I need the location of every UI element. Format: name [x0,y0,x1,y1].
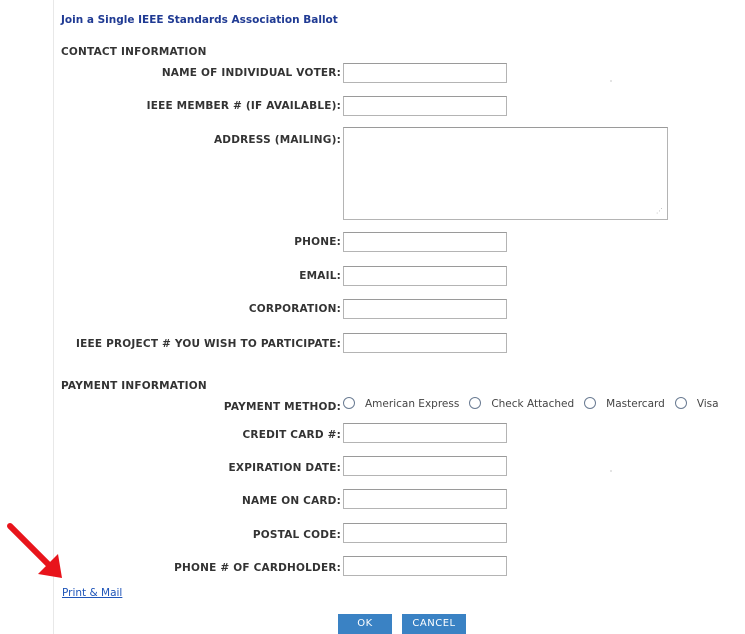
name-label: NAME OF INDIVIDUAL VOTER: [161,67,341,79]
phone-label: PHONE: [294,236,341,248]
radio-label-mastercard: Mastercard [606,398,665,410]
print-mail-link[interactable]: Print & Mail [62,587,122,599]
radio-label-american-express: American Express [365,398,460,410]
red-arrow-icon [7,523,62,578]
member-label: IEEE MEMBER # (IF AVAILABLE): [146,100,341,112]
project-label: IEEE PROJECT # YOU WISH TO PARTICIPATE: [76,338,341,350]
corporation-label: CORPORATION: [248,303,341,315]
postal-code-input[interactable] [343,523,507,543]
payment-section-heading: PAYMENT INFORMATION [61,380,207,392]
phone-input[interactable] [343,232,507,252]
decorative-dot [610,80,612,82]
decorative-dot [610,470,612,472]
contact-section-heading: CONTACT INFORMATION [61,46,207,58]
name-on-card-label: NAME ON CARD: [242,495,341,507]
radio-check-attached[interactable] [469,397,482,409]
phone-cardholder-input[interactable] [343,556,507,576]
radio-label-visa: Visa [696,398,719,410]
radio-visa[interactable] [674,397,687,409]
postal-code-label: POSTAL CODE: [252,529,341,541]
address-textarea[interactable] [343,127,668,220]
email-label: EMAIL: [299,270,341,282]
name-on-card-input[interactable] [343,489,507,509]
name-input[interactable] [343,63,507,83]
radio-mastercard[interactable] [584,397,597,409]
form-title: Join a Single IEEE Standards Association… [61,14,338,26]
project-input[interactable] [343,333,507,353]
corporation-input[interactable] [343,299,507,319]
member-input[interactable] [343,96,507,116]
address-label: ADDRESS (MAILING): [213,134,341,146]
credit-card-label: CREDIT CARD #: [242,429,341,441]
expiration-label: EXPIRATION DATE: [228,462,341,474]
radio-american-express[interactable] [343,397,355,409]
email-input[interactable] [343,266,507,286]
payment-method-label: PAYMENT METHOD: [223,401,341,413]
expiration-input[interactable] [343,456,507,476]
ok-button[interactable]: OK [338,614,392,634]
resize-grip-icon[interactable]: ⋰ [656,207,664,215]
payment-method-group: American Express Check Attached Masterca… [343,397,729,410]
credit-card-input[interactable] [343,423,507,443]
phone-cardholder-label: PHONE # OF CARDHOLDER: [174,562,341,574]
radio-label-check-attached: Check Attached [491,398,575,410]
cancel-button[interactable]: CANCEL [402,614,466,634]
